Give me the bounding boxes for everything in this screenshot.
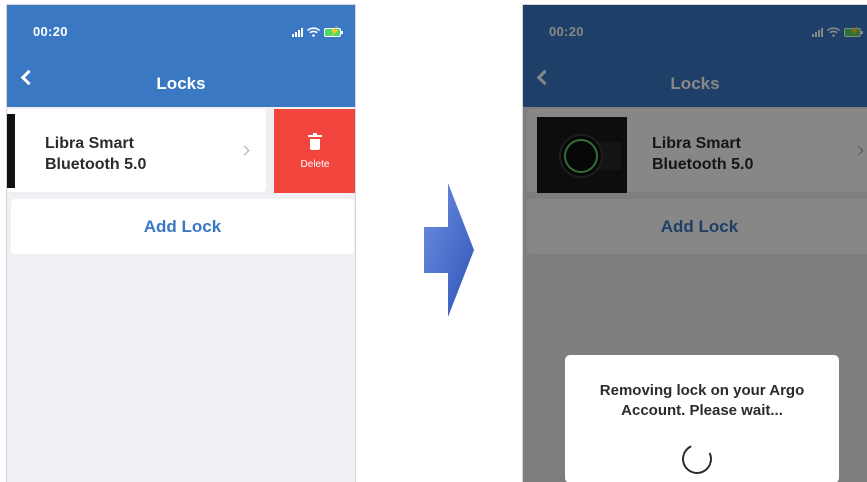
status-time: 00:20: [33, 24, 68, 39]
trash-icon: [308, 133, 322, 150]
lock-name-line1: Libra Smart: [45, 135, 134, 152]
page-title: Locks: [156, 74, 206, 93]
phone-screen-after: 00:20 ⚡ Locks Libra Smart Bluetooth 5.0 …: [522, 4, 867, 482]
dialog-message: Removing lock on your Argo Account. Plea…: [573, 381, 831, 421]
phone-screen-before: 00:20 ⚡ Locks Libra Smart Bluetooth 5.0 …: [6, 4, 356, 482]
dialog-message-line1: Removing lock on your Argo: [599, 382, 805, 399]
wifi-icon: [306, 25, 321, 40]
lock-thumbnail: [7, 114, 15, 188]
delete-button[interactable]: Delete: [274, 109, 355, 193]
loading-spinner-icon: [677, 439, 717, 479]
chevron-right-icon: [239, 145, 250, 156]
lock-list-item[interactable]: Libra Smart Bluetooth 5.0: [7, 109, 266, 192]
transition-arrow-icon: [424, 183, 474, 317]
lock-name-line2: Bluetooth 5.0: [45, 156, 147, 173]
lock-name: Libra Smart Bluetooth 5.0: [45, 133, 146, 175]
delete-label: Delete: [300, 159, 330, 170]
dialog-message-line2: Account. Please wait...: [621, 402, 783, 419]
nav-bar: Locks: [7, 57, 355, 107]
signal-icon: [292, 28, 303, 37]
status-bar: 00:20 ⚡: [7, 5, 355, 57]
battery-icon: ⚡: [324, 27, 343, 37]
add-lock-button[interactable]: Add Lock: [11, 199, 354, 254]
progress-dialog: Removing lock on your Argo Account. Plea…: [565, 355, 839, 482]
